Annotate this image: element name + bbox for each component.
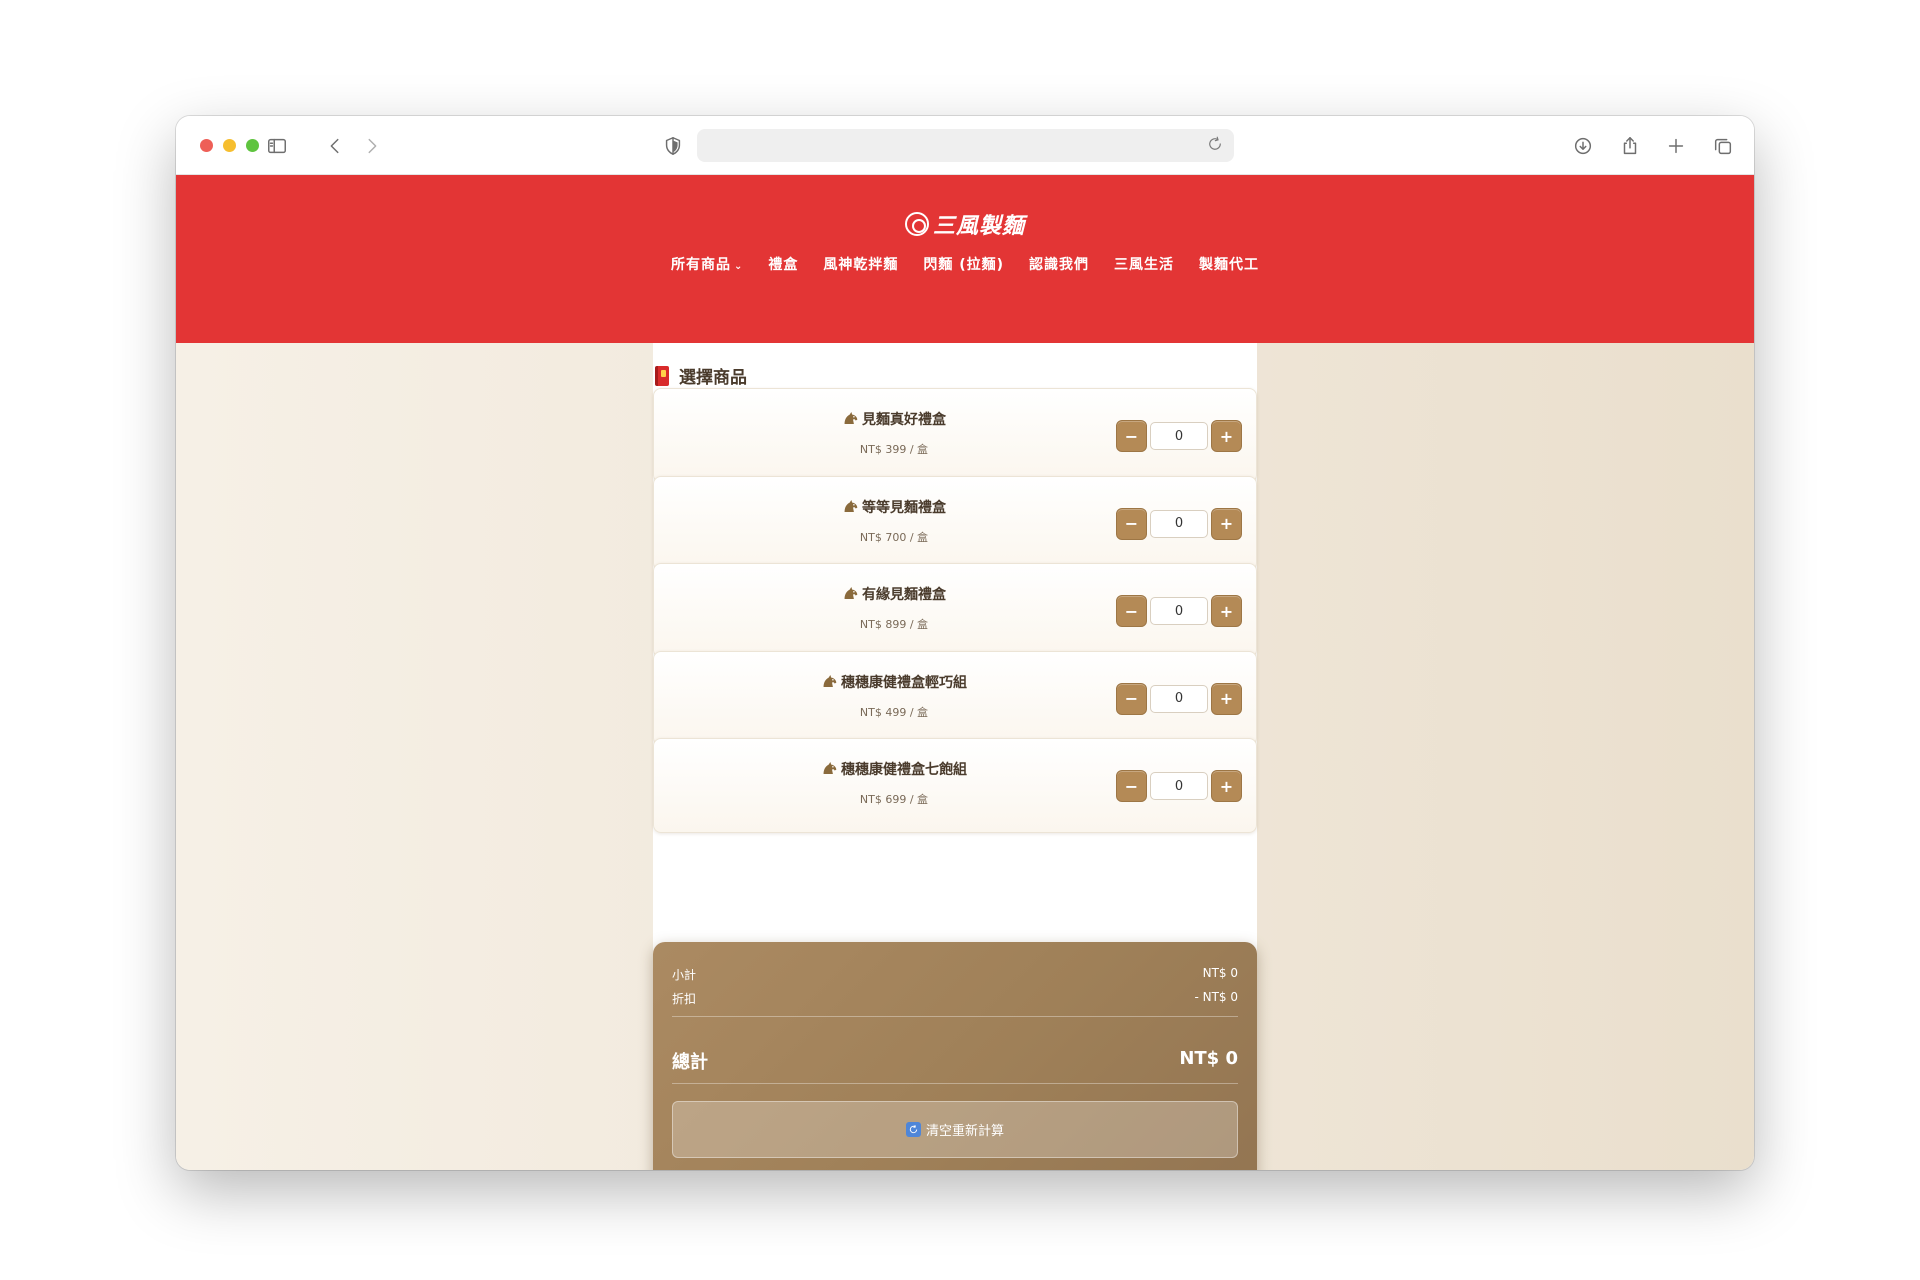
product-price: NT$ 899 / 盒 xyxy=(859,618,929,631)
quantity-input[interactable] xyxy=(1150,597,1208,625)
browser-toolbar xyxy=(176,116,1754,175)
subtotal-value: NT$ 0 xyxy=(1202,966,1238,980)
section-title: 選擇商品 xyxy=(679,368,747,388)
product-card: 穗穗康健禮盒輕巧組NT$ 499 / 盒−+ xyxy=(653,650,1257,746)
decrease-button[interactable]: − xyxy=(1116,507,1147,540)
discount-label: 折扣 xyxy=(672,992,697,1006)
share-icon[interactable] xyxy=(1616,132,1644,160)
quantity-stepper: −+ xyxy=(1116,595,1242,627)
back-icon[interactable] xyxy=(321,132,349,160)
product-name-text: 等等見麵禮盒 xyxy=(862,499,946,516)
decrease-button[interactable]: − xyxy=(1116,770,1147,802)
chevron-down-icon: ⌄ xyxy=(733,261,744,272)
quantity-input[interactable] xyxy=(1150,684,1208,713)
product-name: 等等見麵禮盒 xyxy=(654,497,1134,517)
quantity-stepper: −+ xyxy=(1116,507,1242,540)
product-name-text: 有緣見麵禮盒 xyxy=(862,587,946,603)
logo-emblem-icon xyxy=(904,212,929,236)
decrease-button[interactable]: − xyxy=(1116,682,1147,715)
privacy-shield-icon[interactable] xyxy=(659,132,687,160)
forward-icon[interactable] xyxy=(358,132,386,160)
product-card: 穗穗康健禮盒七飽組NT$ 699 / 盒−+ xyxy=(653,738,1257,833)
horse-icon xyxy=(821,762,841,778)
main-nav: 所有商品 ⌄ 禮盒 風神乾拌麵 閃麵 (拉麵) 認識我們 三風生活 製麵代工 xyxy=(176,254,1754,274)
product-price: NT$ 699 / 盒 xyxy=(859,793,929,806)
nav-item-all-products[interactable]: 所有商品 ⌄ xyxy=(671,254,743,274)
quantity-input[interactable] xyxy=(1150,422,1208,450)
refresh-icon xyxy=(905,1122,921,1137)
decrease-button[interactable]: − xyxy=(1116,420,1147,452)
zoom-window-button[interactable] xyxy=(246,139,259,152)
product-card: 等等見麵禮盒NT$ 700 / 盒−+ xyxy=(653,475,1257,571)
total-label: 總計 xyxy=(672,1052,708,1073)
tab-overview-icon[interactable] xyxy=(1709,132,1737,160)
increase-button[interactable]: + xyxy=(1211,595,1242,627)
reset-label: 清空重新計算 xyxy=(925,1124,1004,1139)
product-card: 見麵真好禮盒NT$ 399 / 盒−+ xyxy=(653,388,1257,483)
quantity-stepper: −+ xyxy=(1116,682,1242,715)
horse-icon xyxy=(821,674,841,691)
product-name-text: 穗穗康健禮盒七飽組 xyxy=(841,762,967,778)
summary-divider xyxy=(672,1083,1238,1084)
nav-item-about-us[interactable]: 認識我們 xyxy=(1029,254,1089,274)
horse-icon xyxy=(842,587,862,603)
browser-window: 三風製麵 所有商品 ⌄ 禮盒 風神乾拌麵 閃麵 (拉麵) 認識我們 三風生活 製麵… xyxy=(176,116,1754,1170)
reload-icon[interactable] xyxy=(1206,135,1226,155)
subtotal-label: 小計 xyxy=(672,968,697,982)
product-name: 有緣見麵禮盒 xyxy=(654,584,1134,604)
site-logo[interactable]: 三風製麵 xyxy=(176,208,1754,240)
increase-button[interactable]: + xyxy=(1211,420,1242,452)
quantity-stepper: −+ xyxy=(1116,770,1242,802)
red-book-icon xyxy=(655,365,669,386)
web-page: 三風製麵 所有商品 ⌄ 禮盒 風神乾拌麵 閃麵 (拉麵) 認識我們 三風生活 製麵… xyxy=(176,175,1754,1170)
minimize-window-button[interactable] xyxy=(223,139,236,152)
reset-button[interactable]: 清空重新計算 xyxy=(672,1101,1238,1158)
nav-item-oem[interactable]: 製麵代工 xyxy=(1199,254,1259,274)
product-name-text: 見麵真好禮盒 xyxy=(862,412,946,428)
address-bar[interactable] xyxy=(697,129,1234,162)
product-price: NT$ 399 / 盒 xyxy=(859,443,929,456)
quantity-stepper: −+ xyxy=(1116,420,1242,452)
product-price: NT$ 499 / 盒 xyxy=(859,705,929,719)
product-name-text: 穗穗康健禮盒輕巧組 xyxy=(841,674,967,691)
increase-button[interactable]: + xyxy=(1211,507,1242,540)
discount-row: 折扣 - NT$ 0 xyxy=(672,990,1238,1007)
site-header: 三風製麵 所有商品 ⌄ 禮盒 風神乾拌麵 閃麵 (拉麵) 認識我們 三風生活 製麵… xyxy=(176,175,1754,343)
quantity-input[interactable] xyxy=(1150,509,1208,538)
nav-item-gift-box[interactable]: 禮盒 xyxy=(768,254,798,274)
section-heading: 選擇商品 xyxy=(655,363,747,388)
nav-item-lifestyle[interactable]: 三風生活 xyxy=(1114,254,1174,274)
downloads-icon[interactable] xyxy=(1569,132,1597,160)
close-window-button[interactable] xyxy=(200,139,213,152)
increase-button[interactable]: + xyxy=(1211,682,1242,715)
nav-item-ramen[interactable]: 閃麵 (拉麵) xyxy=(923,254,1004,274)
total-value: NT$ 0 xyxy=(1179,1048,1238,1069)
total-row: 總計 NT$ 0 xyxy=(672,1048,1238,1074)
order-calculator-panel: 選擇商品 見麵真好禮盒NT$ 399 / 盒−+等等見麵禮盒NT$ 700 / … xyxy=(653,343,1257,1170)
nav-label: 所有商品 xyxy=(670,257,731,273)
discount-value: - NT$ 0 xyxy=(1194,990,1238,1004)
sidebar-toggle-icon[interactable] xyxy=(263,132,291,160)
product-price: NT$ 700 / 盒 xyxy=(859,530,929,544)
horse-icon xyxy=(842,412,862,428)
subtotal-row: 小計 NT$ 0 xyxy=(672,966,1238,983)
product-card: 有緣見麵禮盒NT$ 899 / 盒−+ xyxy=(653,563,1257,658)
quantity-input[interactable] xyxy=(1150,772,1208,800)
new-tab-icon[interactable] xyxy=(1662,132,1690,160)
order-summary: 小計 NT$ 0 折扣 - NT$ 0 總計 NT$ 0 清空重新計算 xyxy=(653,942,1257,1170)
nav-item-dry-noodles[interactable]: 風神乾拌麵 xyxy=(823,254,898,274)
increase-button[interactable]: + xyxy=(1211,770,1242,802)
decrease-button[interactable]: − xyxy=(1116,595,1147,627)
summary-divider xyxy=(672,1016,1238,1017)
horse-icon xyxy=(842,499,862,516)
logo-text: 三風製麵 xyxy=(932,213,1025,239)
product-name: 見麵真好禮盒 xyxy=(654,409,1134,429)
product-name: 穗穗康健禮盒輕巧組 xyxy=(654,672,1134,692)
product-name: 穗穗康健禮盒七飽組 xyxy=(654,759,1134,779)
